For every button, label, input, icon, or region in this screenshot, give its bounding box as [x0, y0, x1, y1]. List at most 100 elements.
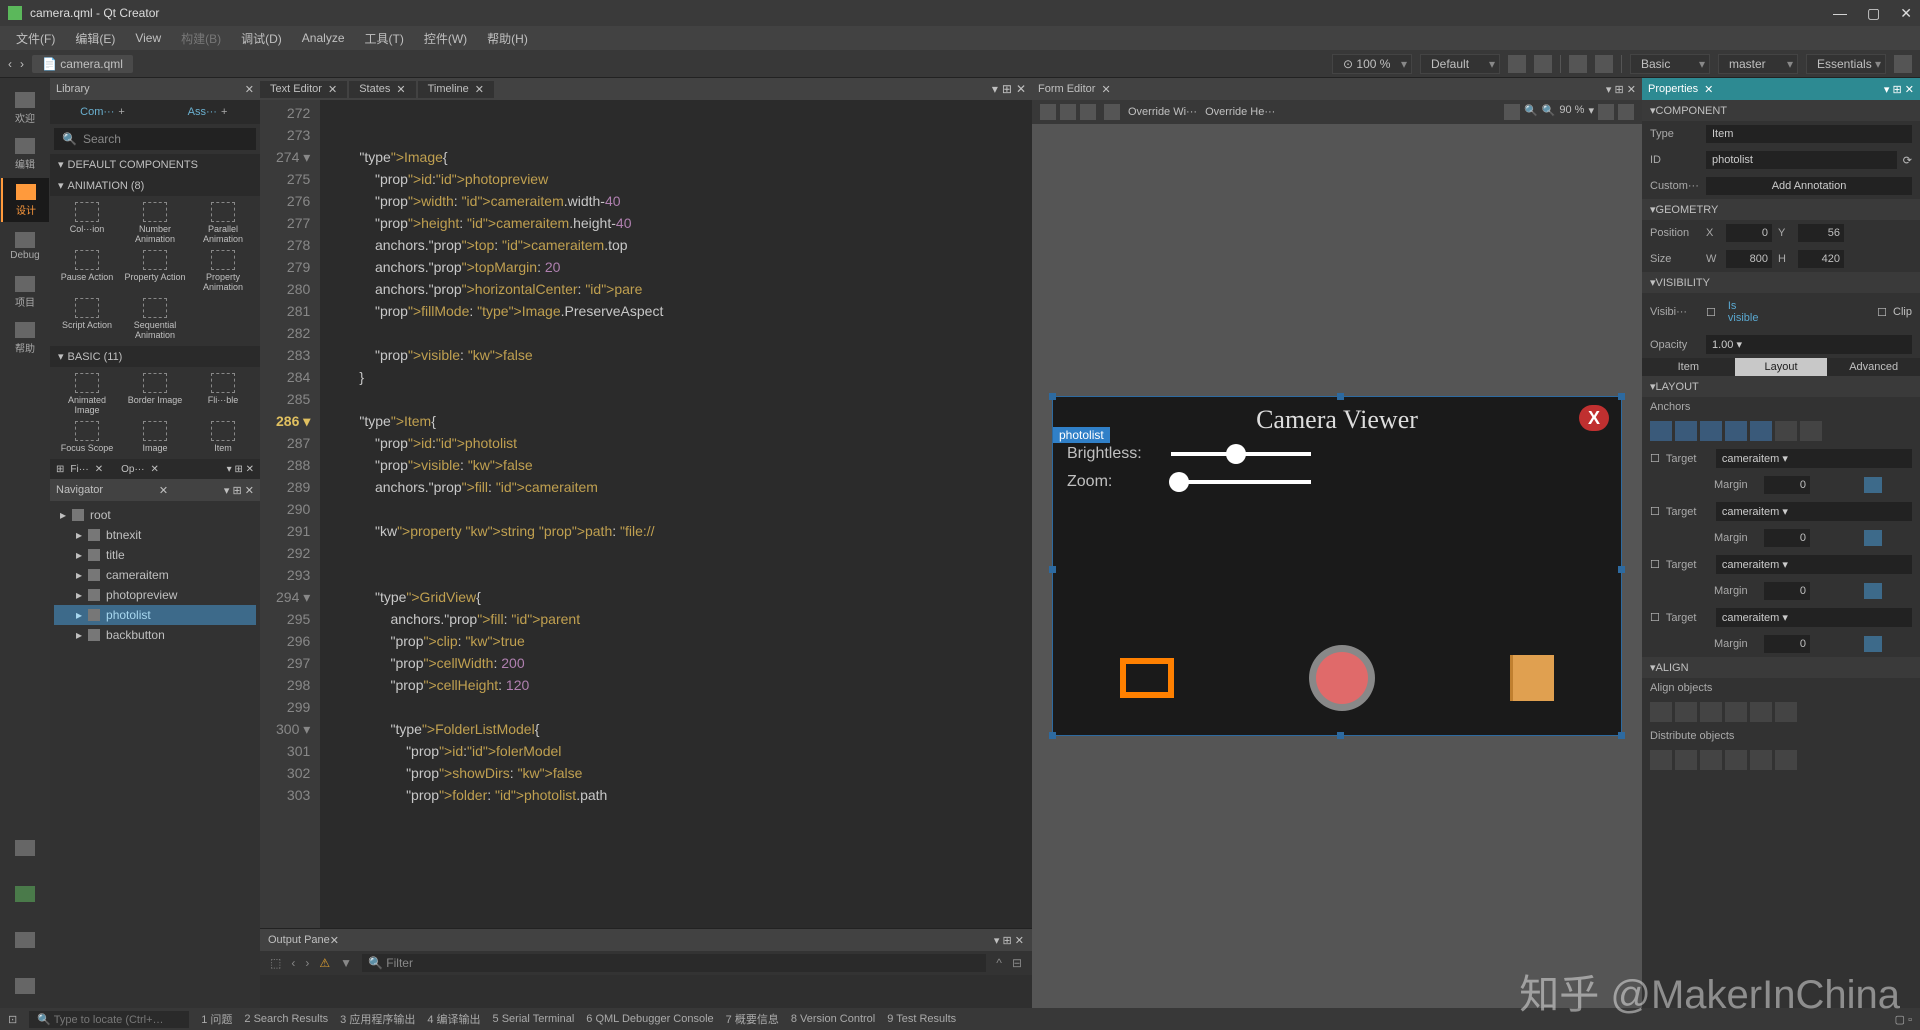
- target-combo[interactable]: cameraitem ▾: [1716, 555, 1912, 574]
- tool-icon[interactable]: [1595, 55, 1613, 73]
- margin-input[interactable]: 0: [1764, 529, 1810, 547]
- nav-item-photopreview[interactable]: ▸photopreview: [54, 585, 256, 605]
- mode-projects[interactable]: 项目: [1, 270, 49, 314]
- clip-checkbox[interactable]: ☐: [1877, 306, 1887, 319]
- tool-icon[interactable]: [1508, 55, 1526, 73]
- menu-help[interactable]: 帮助(H): [479, 28, 536, 49]
- component-item[interactable]: Border Image: [122, 371, 188, 417]
- branch-combo[interactable]: master: [1718, 54, 1798, 74]
- mode-help[interactable]: 帮助: [1, 316, 49, 360]
- menu-analyze[interactable]: Analyze: [294, 29, 353, 47]
- tab-assets[interactable]: Ass···+: [155, 100, 260, 124]
- build-button[interactable]: [1, 964, 49, 1008]
- sb-issues[interactable]: 1 问题: [201, 1011, 232, 1027]
- mode-design[interactable]: 设计: [1, 178, 49, 222]
- component-item[interactable]: Focus Scope: [54, 419, 120, 455]
- basic-combo[interactable]: Basic: [1630, 54, 1710, 74]
- component-item[interactable]: Fli···ble: [190, 371, 256, 417]
- override-height[interactable]: Override He···: [1205, 106, 1275, 118]
- w-input[interactable]: 800: [1726, 250, 1772, 268]
- split-icon[interactable]: ▾: [992, 82, 998, 96]
- snap-icon[interactable]: [1060, 104, 1076, 120]
- tab-states[interactable]: States ✕: [349, 81, 415, 98]
- close-icon[interactable]: ✕: [1016, 82, 1026, 96]
- margin-input[interactable]: 0: [1764, 582, 1810, 600]
- record-button[interactable]: [1309, 645, 1375, 711]
- prev-icon[interactable]: ‹: [291, 956, 295, 970]
- opacity-input[interactable]: 1.00 ▾: [1706, 335, 1912, 354]
- component-item[interactable]: Animated Image: [54, 371, 120, 417]
- close-sidebar-icon[interactable]: ⊡: [8, 1013, 17, 1026]
- snap-icon[interactable]: [1040, 104, 1056, 120]
- filter-input[interactable]: 🔍 Filter: [362, 954, 986, 972]
- zoom-combo[interactable]: ⊙ 100 %: [1332, 54, 1412, 74]
- component-item[interactable]: Property Action: [122, 248, 188, 294]
- sb-serial[interactable]: 5 Serial Terminal: [493, 1013, 575, 1025]
- mode-debug[interactable]: Debug: [1, 224, 49, 268]
- tab-text-editor[interactable]: Text Editor ✕: [260, 81, 347, 98]
- split-icon[interactable]: ▾ ⊞ ✕: [221, 459, 260, 479]
- section-basic[interactable]: ▾ BASIC (11): [50, 346, 260, 367]
- y-input[interactable]: 56: [1798, 224, 1844, 242]
- device-close-button[interactable]: X: [1579, 405, 1609, 431]
- tab-layout[interactable]: Layout: [1735, 358, 1828, 376]
- mode-edit[interactable]: 编辑: [1, 132, 49, 176]
- tab-timeline[interactable]: Timeline ✕: [418, 81, 494, 98]
- section-component[interactable]: ▾ COMPONENT: [1642, 100, 1920, 121]
- close-button[interactable]: ✕: [1900, 5, 1912, 22]
- zoom-in-icon[interactable]: 🔍: [1542, 104, 1556, 120]
- progress-icon[interactable]: ▢ ▫: [1895, 1013, 1912, 1026]
- target-combo[interactable]: cameraitem ▾: [1716, 608, 1912, 627]
- reset-icon[interactable]: ⟳: [1903, 154, 1912, 167]
- visible-checkbox[interactable]: ☐: [1706, 306, 1716, 319]
- tool-icon[interactable]: [1534, 55, 1552, 73]
- anchor-left[interactable]: [1700, 421, 1722, 441]
- margin-input[interactable]: 0: [1764, 635, 1810, 653]
- component-item[interactable]: Property Animation: [190, 248, 256, 294]
- sb-appoutput[interactable]: 3 应用程序输出: [340, 1011, 415, 1027]
- margin-input[interactable]: 0: [1764, 476, 1810, 494]
- section-visibility[interactable]: ▾ VISIBILITY: [1642, 272, 1920, 293]
- anchor-right[interactable]: [1725, 421, 1747, 441]
- component-item[interactable]: Item: [190, 419, 256, 455]
- zoom-out-icon[interactable]: 🔍: [1524, 104, 1538, 120]
- section-geometry[interactable]: ▾ GEOMETRY: [1642, 199, 1920, 220]
- snap-icon[interactable]: [1080, 104, 1096, 120]
- layout-icon[interactable]: ⊞: [1002, 82, 1012, 96]
- sb-tests[interactable]: 9 Test Results: [887, 1013, 956, 1025]
- anchor-top[interactable]: [1650, 421, 1672, 441]
- tab-item[interactable]: Item: [1642, 358, 1735, 376]
- component-item[interactable]: Script Action: [54, 296, 120, 342]
- nav-item-btnexit[interactable]: ▸btnexit: [54, 525, 256, 545]
- sb-general[interactable]: 7 概要信息: [726, 1011, 779, 1027]
- mode-welcome[interactable]: 欢迎: [1, 86, 49, 130]
- menu-widgets[interactable]: 控件(W): [416, 28, 475, 49]
- anchor-vcenter[interactable]: [1775, 421, 1797, 441]
- output-icon[interactable]: ⬚: [270, 956, 281, 970]
- file-chip[interactable]: 📄 camera.qml: [32, 55, 133, 73]
- brightness-slider[interactable]: [1171, 452, 1311, 456]
- album-icon[interactable]: [1510, 655, 1554, 701]
- x-input[interactable]: 0: [1726, 224, 1772, 242]
- section-default[interactable]: ▾ DEFAULT COMPONENTS: [50, 154, 260, 175]
- warning-icon[interactable]: ⚠: [319, 956, 330, 970]
- close-icon[interactable]: ✕: [245, 83, 254, 96]
- component-item[interactable]: Parallel Animation: [190, 200, 256, 246]
- menu-view[interactable]: View: [127, 29, 169, 47]
- tool-icon[interactable]: [1569, 55, 1587, 73]
- anchor-bottom[interactable]: [1675, 421, 1697, 441]
- component-item[interactable]: Col···ion: [54, 200, 120, 246]
- nav-item-backbutton[interactable]: ▸backbutton: [54, 625, 256, 645]
- section-align[interactable]: ▾ ALIGN: [1642, 657, 1920, 678]
- component-item[interactable]: Number Animation: [122, 200, 188, 246]
- id-input[interactable]: photolist: [1706, 151, 1897, 169]
- next-icon[interactable]: ›: [305, 956, 309, 970]
- sb-qmldbg[interactable]: 6 QML Debugger Console: [586, 1013, 713, 1025]
- essentials-combo[interactable]: Essentials: [1806, 54, 1886, 74]
- section-layout[interactable]: ▾ LAYOUT: [1642, 376, 1920, 397]
- reset-icon[interactable]: [1598, 104, 1614, 120]
- anchor-hcenter[interactable]: [1800, 421, 1822, 441]
- debug-run-button[interactable]: [1, 918, 49, 962]
- zoom-slider[interactable]: [1171, 480, 1311, 484]
- override-width[interactable]: Override Wi···: [1128, 106, 1197, 118]
